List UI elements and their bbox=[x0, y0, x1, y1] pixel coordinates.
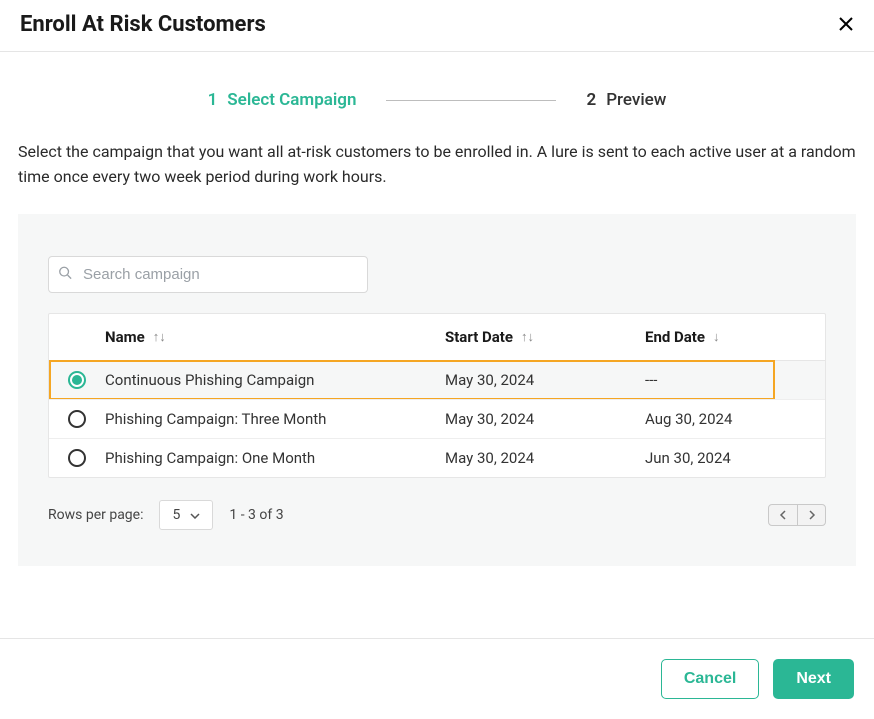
end-date: Jun 30, 2024 bbox=[645, 449, 825, 467]
column-header-end-date[interactable]: End Date ↓ bbox=[645, 328, 825, 346]
table-row[interactable]: Phishing Campaign: Three MonthMay 30, 20… bbox=[49, 399, 825, 438]
chevron-down-icon bbox=[190, 507, 200, 523]
table-header: Name ↑↓ Start Date ↑↓ End Date ↓ bbox=[49, 314, 825, 361]
sort-down-icon: ↓ bbox=[713, 329, 720, 345]
modal-header: Enroll At Risk Customers bbox=[0, 0, 874, 52]
modal-title: Enroll At Risk Customers bbox=[20, 12, 266, 37]
start-date: May 30, 2024 bbox=[445, 410, 645, 428]
start-date: May 30, 2024 bbox=[445, 371, 645, 389]
rows-per-page-select[interactable]: 5 bbox=[159, 500, 213, 530]
start-date: May 30, 2024 bbox=[445, 449, 645, 467]
step-preview[interactable]: 2 Preview bbox=[586, 90, 666, 110]
pagination: Rows per page: 5 1 - 3 of 3 bbox=[48, 500, 826, 530]
description-text: Select the campaign that you want all at… bbox=[18, 140, 856, 190]
step-label: Select Campaign bbox=[227, 90, 356, 110]
next-page-button[interactable] bbox=[797, 505, 825, 525]
rows-per-page-label: Rows per page: bbox=[48, 507, 143, 523]
campaign-name: Phishing Campaign: One Month bbox=[105, 449, 445, 467]
campaign-name: Continuous Phishing Campaign bbox=[105, 371, 445, 389]
campaign-name: Phishing Campaign: Three Month bbox=[105, 410, 445, 428]
radio-button[interactable] bbox=[68, 410, 86, 428]
search-icon bbox=[58, 265, 72, 284]
table-row[interactable]: Continuous Phishing CampaignMay 30, 2024… bbox=[49, 361, 825, 399]
column-header-start-date[interactable]: Start Date ↑↓ bbox=[445, 328, 645, 346]
radio-button[interactable] bbox=[68, 449, 86, 467]
sort-icon: ↑↓ bbox=[521, 329, 534, 345]
step-number: 2 bbox=[586, 90, 596, 110]
step-divider bbox=[386, 100, 556, 101]
search-input[interactable] bbox=[48, 256, 368, 293]
stepper: 1 Select Campaign 2 Preview bbox=[18, 52, 856, 140]
end-date: --- bbox=[645, 371, 825, 389]
pagination-range: 1 - 3 of 3 bbox=[229, 507, 283, 523]
table-row[interactable]: Phishing Campaign: One MonthMay 30, 2024… bbox=[49, 438, 825, 477]
modal-footer: Cancel Next bbox=[0, 638, 874, 719]
close-icon bbox=[838, 12, 854, 37]
sort-icon: ↑↓ bbox=[153, 329, 166, 345]
campaign-table: Name ↑↓ Start Date ↑↓ End Date ↓ Continu… bbox=[48, 313, 826, 478]
end-date: Aug 30, 2024 bbox=[645, 410, 825, 428]
close-button[interactable] bbox=[838, 14, 854, 36]
step-select-campaign[interactable]: 1 Select Campaign bbox=[208, 90, 357, 110]
cancel-button[interactable]: Cancel bbox=[661, 659, 759, 699]
search-wrap bbox=[48, 256, 368, 293]
step-label: Preview bbox=[606, 90, 666, 110]
next-button[interactable]: Next bbox=[773, 659, 854, 699]
radio-button[interactable] bbox=[68, 371, 86, 389]
campaign-panel: Name ↑↓ Start Date ↑↓ End Date ↓ Continu… bbox=[18, 214, 856, 566]
prev-page-button[interactable] bbox=[769, 505, 797, 525]
column-header-name[interactable]: Name ↑↓ bbox=[105, 328, 445, 346]
step-number: 1 bbox=[208, 90, 218, 110]
page-nav bbox=[768, 504, 826, 526]
